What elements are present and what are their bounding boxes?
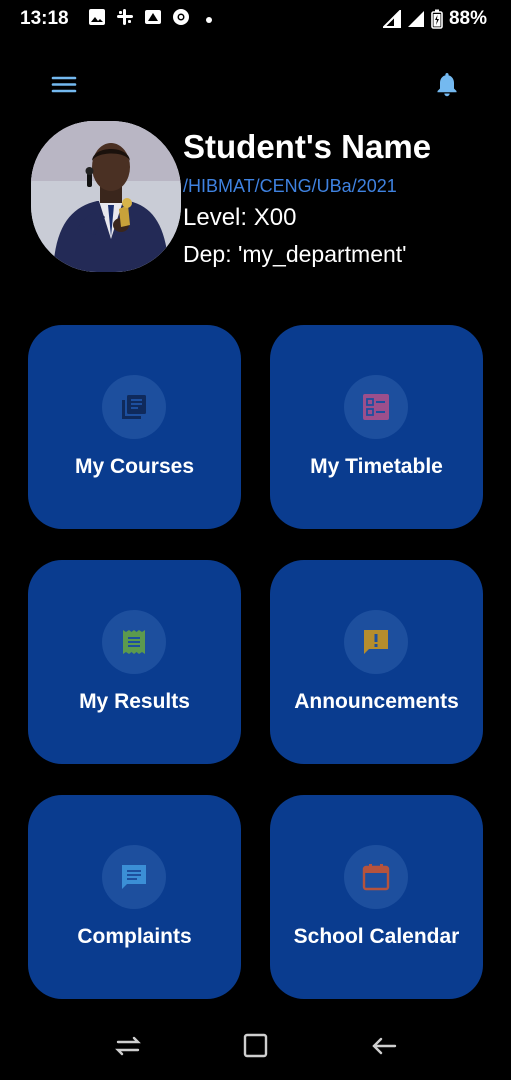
icon-circle [344,375,408,439]
more-notifications-dot [206,17,212,23]
status-time: 13:18 [20,8,69,29]
image-icon [89,9,105,25]
avatar[interactable] [31,121,181,272]
announcements-card[interactable]: Announcements [270,560,483,764]
student-name: Student's Name [183,128,432,165]
card-label: School Calendar [293,925,460,948]
status-bar: 13:18 88% [0,0,511,38]
app-bar [0,60,511,110]
school-calendar-card[interactable]: School Calendar [270,795,483,999]
student-photo [31,121,181,272]
announcement-icon [364,630,388,654]
icon-circle [102,845,166,909]
my-courses-card[interactable]: My Courses [28,325,241,529]
battery-percent: 88% [448,8,487,29]
hamburger-menu-icon[interactable] [50,70,78,98]
icon-circle [344,845,408,909]
slack-icon [117,9,133,25]
notification-bell-icon[interactable] [433,70,461,98]
registration-number: /HIBMAT/CENG/UBa/2021 [183,176,397,196]
chrome-icon [173,9,189,25]
back-icon[interactable] [368,1032,400,1060]
card-label: My Results [79,690,190,713]
home-icon[interactable] [240,1032,272,1060]
complaints-card[interactable]: Complaints [28,795,241,999]
notification-icons [88,8,212,26]
battery-icon [431,9,443,29]
my-timetable-card[interactable]: My Timetable [270,325,483,529]
signal-icon [407,11,424,27]
recent-apps-icon[interactable] [112,1032,144,1060]
student-profile: Student's Name /HIBMAT/CENG/UBa/2021 Lev… [0,118,511,278]
card-label: My Courses [74,455,195,478]
icon-circle [102,375,166,439]
icon-circle [102,610,166,674]
student-department: Dep: 'my_department' [183,241,407,267]
card-label: Announcements [294,690,459,713]
system-icons: 88% [382,8,487,30]
calendar-icon [362,864,390,891]
system-nav-bar [0,1010,511,1080]
checklist-icon [363,394,389,420]
app-icon [145,10,161,24]
card-label: My Timetable [310,455,443,478]
chat-icon [122,865,146,889]
icon-circle [344,610,408,674]
signal-icon [382,10,401,28]
library-books-icon [122,395,146,419]
card-label: Complaints [77,925,192,948]
my-results-card[interactable]: My Results [28,560,241,764]
receipt-icon [123,630,145,654]
student-level: Level: X00 [183,204,297,231]
